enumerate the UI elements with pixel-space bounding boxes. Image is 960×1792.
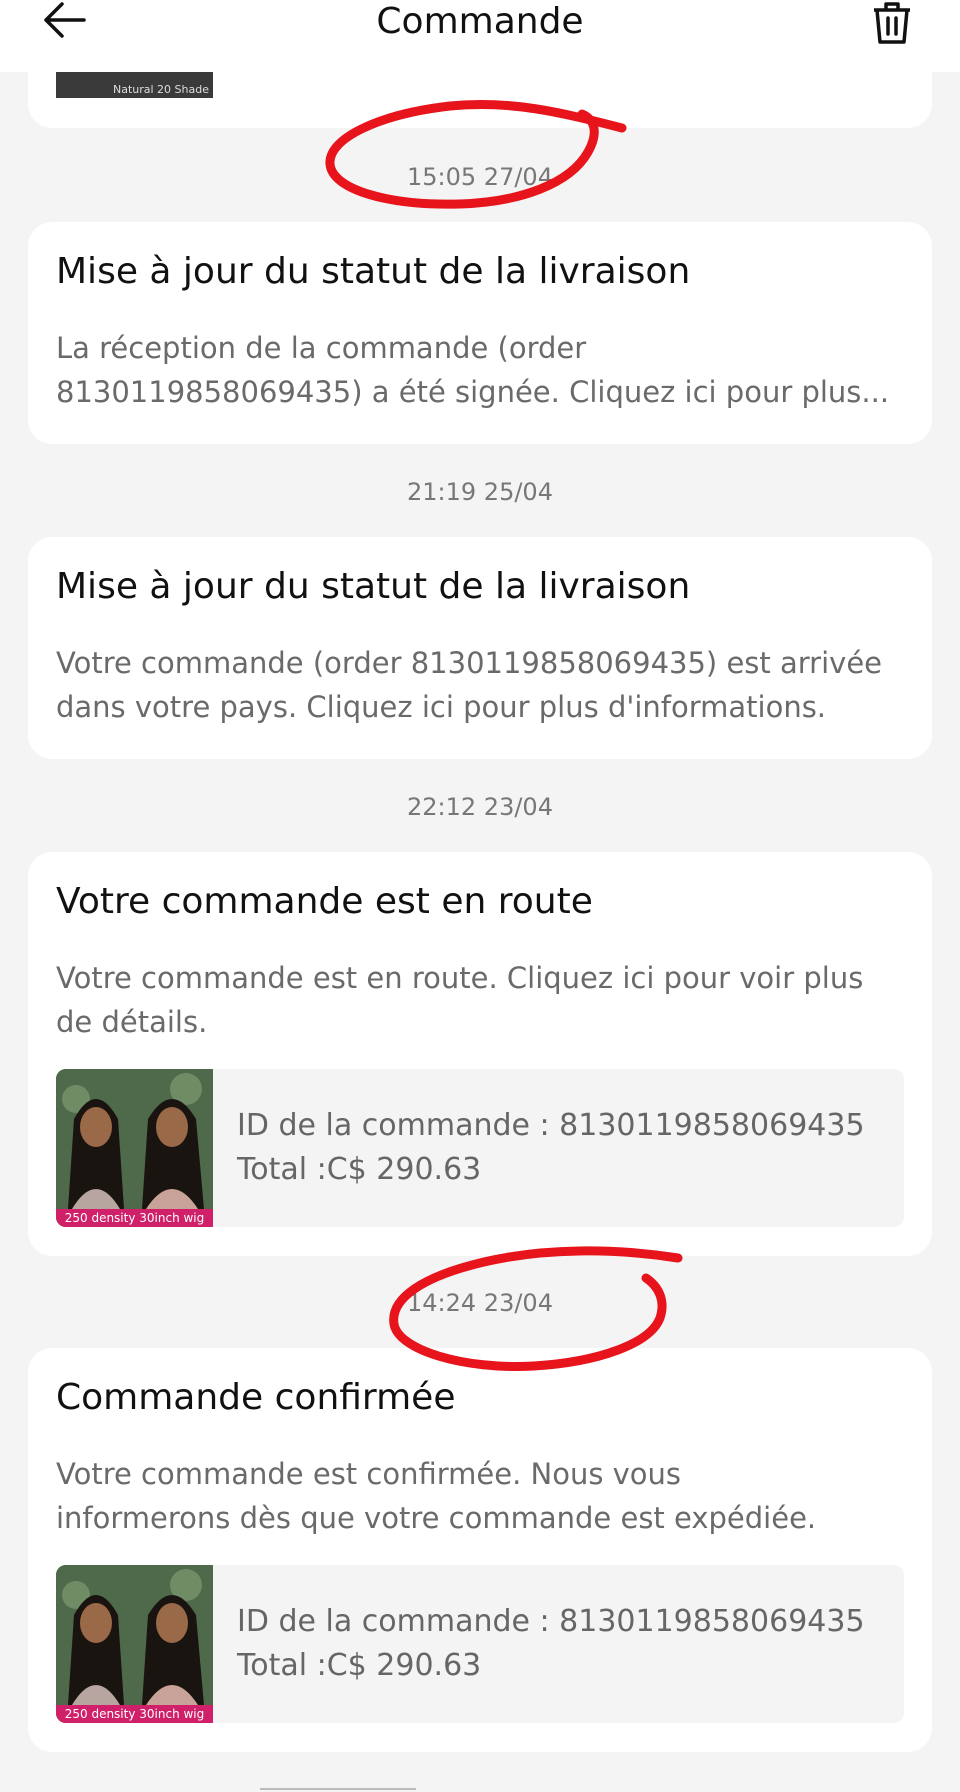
message-body-line: La réception de la commande (order (56, 331, 587, 365)
message-body-line: informerons dès que votre commande est e… (56, 1501, 817, 1535)
message-title: Votre commande est en route (56, 881, 593, 922)
product-thumbnail: Natural 20 Shade (56, 68, 213, 98)
message-title: Mise à jour du statut de la livraison (56, 566, 691, 607)
next-timestamp-partial (260, 1776, 520, 1792)
thumbnail-caption: 250 density 30inch wig (56, 1705, 213, 1723)
product-thumbnail: 250 density 30inch wig (56, 1069, 213, 1227)
message-title: Mise à jour du statut de la livraison (56, 251, 691, 292)
message-card-delivery-signed[interactable]: Mise à jour du statut de la livraison La… (28, 222, 932, 444)
product-image (56, 1069, 213, 1227)
message-timestamp: 14:24 23/04 (407, 1289, 553, 1317)
message-card-in-transit[interactable]: Votre commande est en route Votre comman… (28, 852, 932, 1256)
message-body-line: de détails. (56, 1005, 208, 1039)
order-total: Total :C$ 290.63 (237, 1152, 482, 1187)
product-thumbnail: 250 density 30inch wig (56, 1565, 213, 1723)
order-summary[interactable]: 250 density 30inch wig ID de la commande… (56, 1069, 904, 1227)
message-body-line: Votre commande (order 8130119858069435) … (56, 646, 883, 680)
order-id: ID de la commande : 8130119858069435 (237, 1604, 865, 1639)
message-card-order-confirmed[interactable]: Commande confirmée Votre commande est co… (28, 1348, 932, 1752)
message-body-line: Votre commande est confirmée. Nous vous (56, 1457, 682, 1491)
product-image (56, 1565, 213, 1723)
message-body-line: dans votre pays. Cliquez ici pour plus d… (56, 690, 827, 724)
message-card-arrived-in-country[interactable]: Mise à jour du statut de la livraison Vo… (28, 537, 932, 759)
order-summary[interactable]: 250 density 30inch wig ID de la commande… (56, 1565, 904, 1723)
trash-icon (874, 2, 910, 44)
message-timestamp: 15:05 27/04 (407, 163, 553, 191)
thumbnail-caption: 250 density 30inch wig (56, 1209, 213, 1227)
message-title: Commande confirmée (56, 1377, 456, 1418)
message-body-line: Votre commande est en route. Cliquez ici… (56, 961, 864, 995)
thumbnail-caption: Natural 20 Shade (112, 83, 209, 96)
message-timestamp: 22:12 23/04 (407, 793, 553, 821)
message-body-line: 8130119858069435) a été signée. Cliquez … (56, 375, 890, 409)
order-id: ID de la commande : 8130119858069435 (237, 1108, 865, 1143)
top-bar: Commande (0, 0, 960, 72)
delete-button[interactable] (868, 0, 916, 48)
order-total: Total :C$ 290.63 (237, 1648, 482, 1683)
page-title: Commande (376, 1, 584, 42)
message-timestamp: 21:19 25/04 (407, 478, 553, 506)
